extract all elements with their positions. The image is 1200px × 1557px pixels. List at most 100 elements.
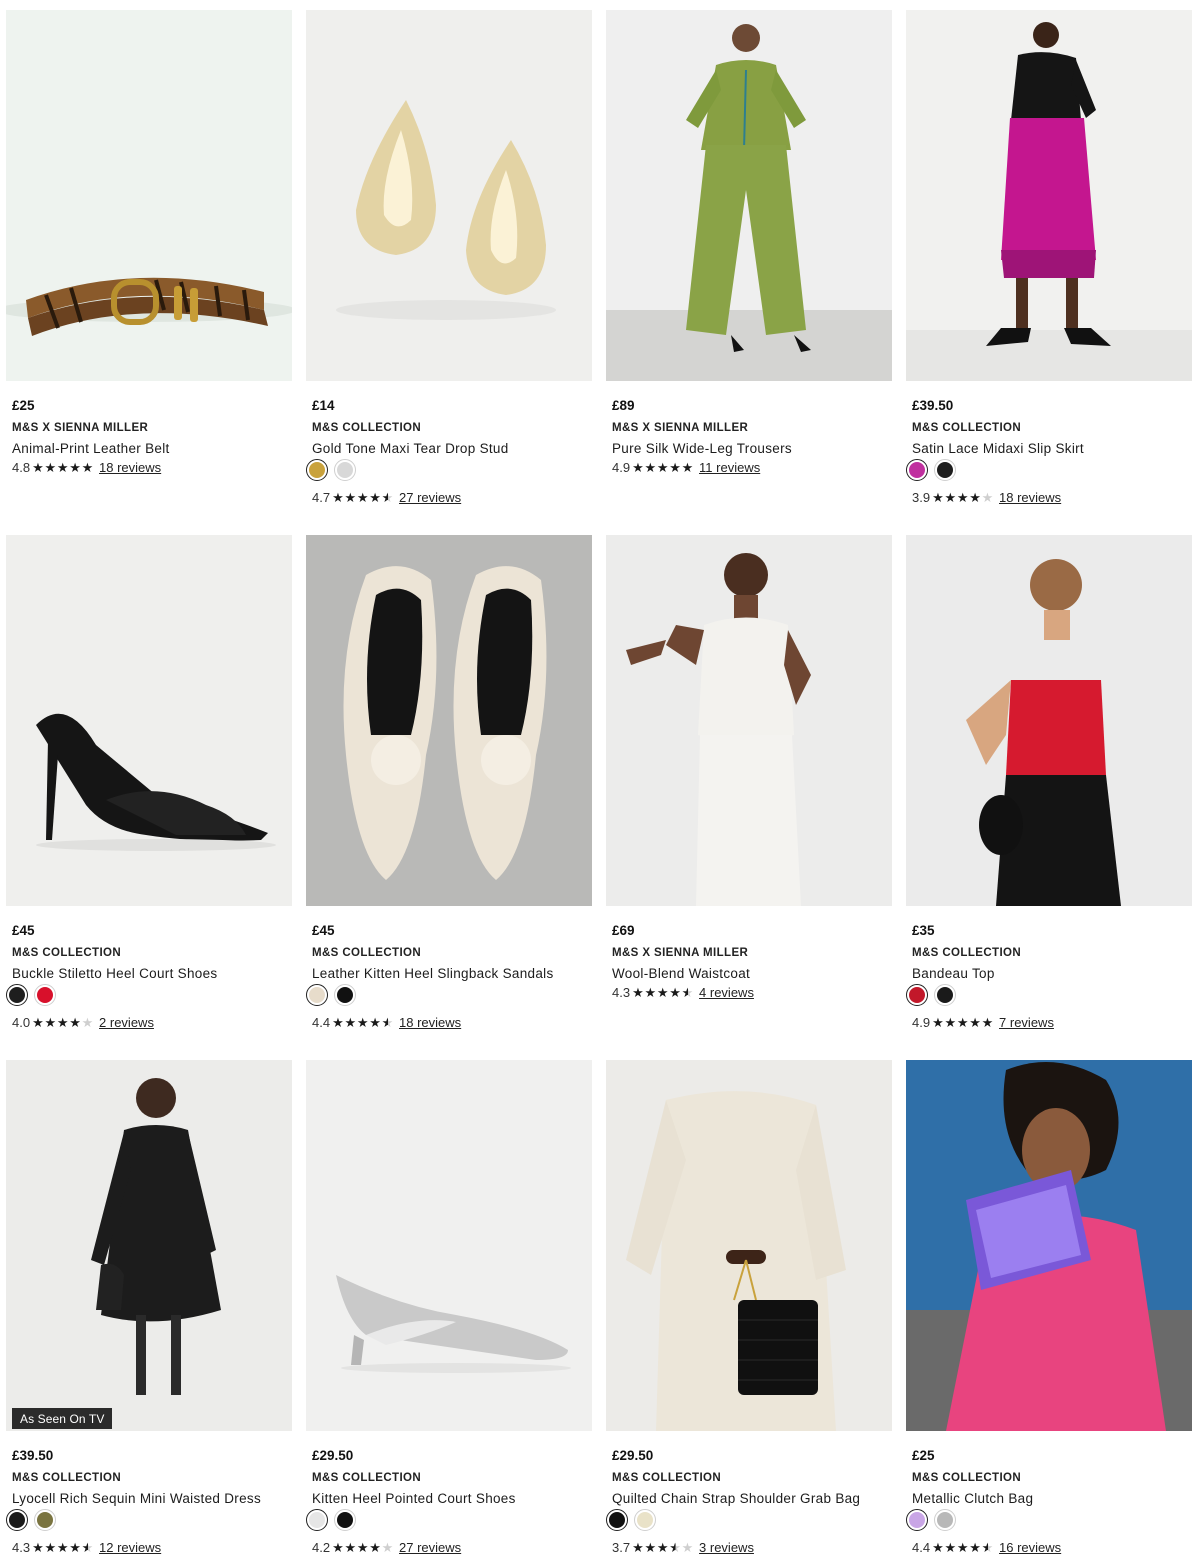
color-swatch[interactable] [306,459,328,481]
star-icon: ★ [81,1015,94,1030]
star-icon: ★ [981,490,994,505]
product-card[interactable]: As Seen On TV £39.50 M&S COLLECTION Lyocell… [6,1060,292,1555]
product-card[interactable]: £29.50 M&S COLLECTION Kitten Heel Pointed … [306,1060,592,1555]
reviews-link[interactable]: 3 reviews [699,1540,754,1555]
star-icon: ★ [44,1540,57,1555]
star-icon: ★ [969,1015,981,1030]
reviews-link[interactable]: 11 reviews [699,460,760,475]
product-image[interactable] [906,1060,1192,1431]
product-card[interactable]: £14 M&S COLLECTION Gold Tone Maxi Tear Dro… [306,10,592,505]
product-name-link[interactable]: Satin Lace Midaxi Slip Skirt [912,441,1084,456]
rating-score: 4.4 [912,1540,931,1555]
reviews-link[interactable]: 16 reviews [999,1540,1061,1555]
product-image[interactable] [606,535,892,906]
product-card[interactable]: £25 M&S COLLECTION Metallic Clutch Bag 4.4 ★… [906,1060,1192,1555]
product-image[interactable] [906,535,1192,906]
product-image[interactable] [606,1060,892,1431]
color-swatch[interactable] [906,1509,928,1531]
color-swatches [906,984,956,1008]
star-icon: ★ [632,985,644,1000]
product-image[interactable] [306,535,592,906]
reviews-link[interactable]: 2 reviews [99,1015,154,1030]
star-icon: ★ [56,460,69,475]
product-name-link[interactable]: Leather Kitten Heel Slingback Sandals [312,966,554,981]
color-swatch[interactable] [6,984,28,1006]
star-icon: ★ [356,490,369,505]
product-card[interactable]: £45 M&S COLLECTION Leather Kitten Heel Sli… [306,535,592,1030]
product-image[interactable]: As Seen On TV [6,1060,292,1431]
product-card[interactable]: £69 M&S X SIENNA MILLER Wool-Blend Waistco… [606,535,892,1000]
color-swatch[interactable] [34,984,56,1006]
rating-stars: ★ ★ ★ ★ ★ [632,461,694,474]
product-price: £39.50 [12,1448,54,1463]
color-swatch[interactable] [306,1509,328,1531]
star-icon: ★ [44,1015,57,1030]
product-card[interactable]: £89 M&S X SIENNA MILLER Pure Silk Wide-Leg… [606,10,892,475]
color-swatch[interactable] [606,1509,628,1531]
color-swatch[interactable] [34,1509,56,1531]
product-name-link[interactable]: Wool-Blend Waistcoat [612,966,750,981]
product-card[interactable]: £39.50 M&S COLLECTION Satin Lace Midaxi Sl… [906,10,1192,505]
color-swatch[interactable] [906,984,928,1006]
star-icon: ★ [332,1015,344,1030]
product-brand: M&S COLLECTION [612,1472,722,1484]
product-name-link[interactable]: Gold Tone Maxi Tear Drop Stud [312,441,509,456]
color-swatches [6,984,56,1008]
product-price: £35 [912,923,935,938]
star-icon: ★ [381,1015,394,1030]
rating-stars: ★ ★ ★ ★ ★ [32,1541,94,1554]
reviews-link[interactable]: 12 reviews [99,1540,161,1555]
product-image[interactable] [606,10,892,381]
product-name-link[interactable]: Lyocell Rich Sequin Mini Waisted Dress [12,1491,261,1506]
color-swatch[interactable] [334,1509,356,1531]
product-name-link[interactable]: Quilted Chain Strap Shoulder Grab Bag [612,1491,860,1506]
product-image[interactable] [906,10,1192,381]
rating-stars: ★ ★ ★ ★ ★ [332,1016,394,1029]
color-swatch[interactable] [634,1509,656,1531]
reviews-link[interactable]: 18 reviews [99,460,161,475]
product-name-link[interactable]: Metallic Clutch Bag [912,1491,1033,1506]
product-image[interactable] [306,10,592,381]
color-swatch[interactable] [934,459,956,481]
star-icon: ★ [944,1015,957,1030]
star-icon: ★ [381,1540,394,1555]
star-icon: ★ [69,1540,81,1555]
product-name-link[interactable]: Animal-Print Leather Belt [12,441,170,456]
product-card[interactable]: £25 M&S X SIENNA MILLER Animal-Print Leath… [6,10,292,475]
star-icon: ★ [69,1015,81,1030]
color-swatch[interactable] [306,984,328,1006]
product-name-link[interactable]: Bandeau Top [912,966,995,981]
color-swatch[interactable] [334,459,356,481]
product-price: £25 [912,1448,935,1463]
color-swatch[interactable] [6,1509,28,1531]
product-image[interactable] [306,1060,592,1431]
reviews-link[interactable]: 27 reviews [399,490,461,505]
color-swatches [6,1509,56,1533]
star-icon: ★ [656,1540,669,1555]
color-swatch[interactable] [334,984,356,1006]
star-icon: ★ [56,1015,69,1030]
color-swatch[interactable] [934,984,956,1006]
color-swatch[interactable] [934,1509,956,1531]
product-card[interactable]: £35 M&S COLLECTION Bandeau Top 4.9 ★ ★ ★ ★ ★ 7 re… [906,535,1192,1030]
product-image[interactable] [6,535,292,906]
product-name-link[interactable]: Pure Silk Wide-Leg Trousers [612,441,792,456]
product-brand: M&S COLLECTION [312,1472,422,1484]
product-price: £39.50 [912,398,954,413]
product-card[interactable]: £29.50 M&S COLLECTION Quilted Chain Strap … [606,1060,892,1555]
product-rating: 3.7 ★ ★ ★ ★ ★ 3 reviews [612,1540,754,1555]
reviews-link[interactable]: 4 reviews [699,985,754,1000]
reviews-link[interactable]: 18 reviews [399,1015,461,1030]
color-swatch[interactable] [906,459,928,481]
star-icon: ★ [681,460,694,475]
product-image[interactable] [6,10,292,381]
product-card[interactable]: £45 M&S COLLECTION Buckle Stiletto Heel Co… [6,535,292,1030]
reviews-link[interactable]: 7 reviews [999,1015,1054,1030]
rating-score: 4.3 [12,1540,31,1555]
reviews-link[interactable]: 18 reviews [999,490,1061,505]
star-icon: ★ [932,490,944,505]
product-name-link[interactable]: Kitten Heel Pointed Court Shoes [312,1491,516,1506]
reviews-link[interactable]: 27 reviews [399,1540,461,1555]
color-swatches [306,984,356,1008]
product-name-link[interactable]: Buckle Stiletto Heel Court Shoes [12,966,217,981]
